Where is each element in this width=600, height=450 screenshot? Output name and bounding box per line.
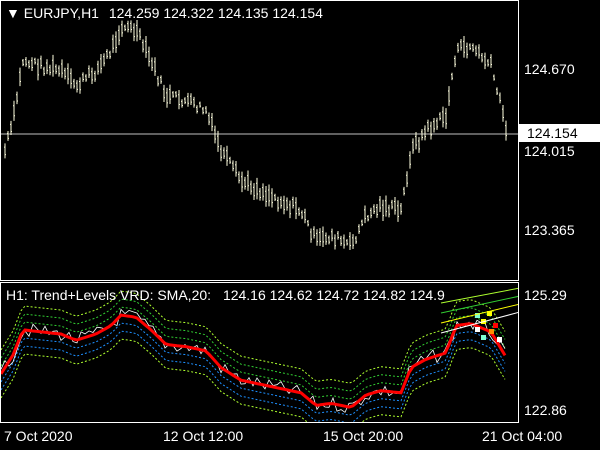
indicator-pane[interactable]: H1: Trend+Levels VRD: SMA,20: 124.16 124… <box>0 282 519 423</box>
indicator-price-line <box>1 308 506 413</box>
projection-line <box>440 287 518 304</box>
chart-title: ▼ EURJPY,H1 124.259 124.322 124.135 124.… <box>6 5 323 21</box>
symbol-timeframe: EURJPY,H1 <box>23 5 99 21</box>
indicator-band-line <box>1 290 506 384</box>
indicator-band-line <box>1 322 506 416</box>
indicator-ma-line <box>1 313 507 409</box>
level-marker <box>481 335 486 340</box>
indicator-band-line <box>1 298 506 392</box>
time-axis-label: 7 Oct 2020 <box>4 428 73 444</box>
price-axis-label: 124.670 <box>524 61 575 77</box>
time-axis-label: 15 Oct 20:00 <box>323 428 404 444</box>
ohlc-values: 124.259 124.322 124.135 124.154 <box>108 5 323 21</box>
indicator-axis-label: 122.86 <box>524 402 567 418</box>
price-chart-canvas[interactable] <box>1 1 519 281</box>
time-axis-label: 12 Oct 12:00 <box>163 428 244 444</box>
price-axis-label: 123.365 <box>524 222 575 238</box>
projection-line <box>440 295 518 314</box>
indicator-name: H1: Trend+Levels VRD: SMA,20: <box>6 287 212 303</box>
indicator-axis-label: 125.29 <box>524 287 567 303</box>
price-axis-label: 124.015 <box>524 143 575 159</box>
current-price-box: 124.154 <box>519 124 600 142</box>
collapse-arrow-icon[interactable]: ▼ <box>6 5 20 21</box>
projection-line <box>440 303 518 324</box>
indicator-values: 124.16 124.62 124.72 124.82 124.9 <box>222 287 445 303</box>
level-marker <box>489 329 494 334</box>
level-marker <box>497 337 502 342</box>
price-chart-pane[interactable]: ▼ EURJPY,H1 124.259 124.322 124.135 124.… <box>0 0 519 281</box>
level-marker <box>475 327 480 332</box>
indicator-band-line <box>1 330 506 422</box>
level-marker <box>493 323 498 328</box>
time-axis-label: 21 Oct 04:00 <box>482 428 563 444</box>
indicator-band-line <box>1 338 506 422</box>
indicator-canvas[interactable] <box>1 283 519 423</box>
indicator-title: H1: Trend+Levels VRD: SMA,20: 124.16 124… <box>6 287 445 303</box>
